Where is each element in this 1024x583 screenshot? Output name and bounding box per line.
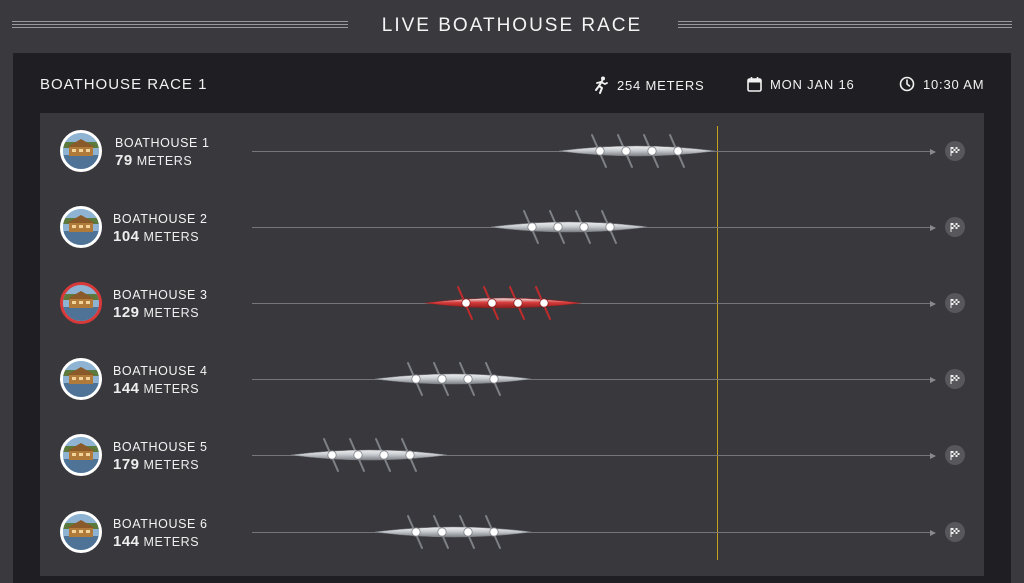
- boathouse-image: [63, 361, 99, 397]
- boathouse-name: BOATHOUSE 3: [113, 288, 208, 302]
- top-header: LIVE BOATHOUSE RACE: [0, 0, 1024, 54]
- rowing-boat-icon: [374, 515, 532, 549]
- boathouse-image: [63, 285, 99, 321]
- boathouse-avatar[interactable]: [60, 282, 102, 324]
- rowing-boat-icon: [490, 210, 648, 244]
- boathouse-name: BOATHOUSE 2: [113, 212, 208, 226]
- race-date: MON JAN 16: [747, 76, 855, 92]
- boathouse-avatar[interactable]: [60, 511, 102, 553]
- boathouse-name: BOATHOUSE 6: [113, 517, 208, 531]
- race-distance-label: 254 METERS: [617, 77, 705, 93]
- header-decoration-right: [678, 21, 1012, 33]
- track-arrow-icon: [930, 148, 936, 155]
- boathouse-image: [63, 437, 99, 473]
- distance-value: 144: [113, 380, 140, 397]
- track-arrow-icon: [930, 529, 936, 536]
- calendar-icon: [747, 77, 762, 92]
- finish-flag-button[interactable]: [945, 522, 965, 542]
- lane-track: [252, 532, 932, 533]
- boathouse-avatar[interactable]: [60, 358, 102, 400]
- finish-flag-button[interactable]: [945, 217, 965, 237]
- track-arrow-icon: [930, 376, 936, 383]
- race-date-label: MON JAN 16: [770, 76, 855, 92]
- boathouse-distance: 179 METERS: [113, 456, 199, 473]
- rowing-boat[interactable]: [290, 437, 448, 478]
- boathouse-avatar[interactable]: [60, 130, 102, 172]
- distance-unit: METERS: [143, 306, 200, 320]
- track-arrow-icon: [930, 300, 936, 307]
- checkered-flag-icon: [950, 528, 960, 537]
- boathouse-distance: 144 METERS: [113, 533, 199, 550]
- checkered-flag-icon: [950, 299, 960, 308]
- rowing-boat[interactable]: [490, 209, 648, 250]
- boathouse-distance: 79 METERS: [115, 152, 192, 169]
- boathouse-distance: 144 METERS: [113, 380, 199, 397]
- track-arrow-icon: [930, 224, 936, 231]
- distance-value: 179: [113, 456, 140, 473]
- rowing-boat-icon: [374, 362, 532, 396]
- checkered-flag-icon: [950, 375, 960, 384]
- lane-track: [252, 379, 932, 380]
- boathouse-name: BOATHOUSE 4: [113, 364, 208, 378]
- rowing-boat-icon: [558, 134, 716, 168]
- distance-unit: METERS: [136, 154, 193, 168]
- lanes-area: [40, 113, 984, 576]
- distance-value: 144: [113, 533, 140, 550]
- rowing-boat-selected[interactable]: [424, 285, 582, 326]
- race-title: BOATHOUSE RACE 1: [40, 76, 208, 93]
- boathouse-avatar[interactable]: [60, 434, 102, 476]
- rowing-boat[interactable]: [374, 361, 532, 402]
- rowing-boat-icon: [290, 438, 448, 472]
- runner-icon: [595, 76, 608, 94]
- distance-value: 79: [115, 152, 133, 169]
- rowing-boat[interactable]: [374, 514, 532, 555]
- lane-track: [252, 303, 932, 304]
- distance-unit: METERS: [143, 230, 200, 244]
- distance-unit: METERS: [143, 458, 200, 472]
- boathouse-name: BOATHOUSE 1: [115, 136, 210, 150]
- boathouse-distance: 104 METERS: [113, 228, 199, 245]
- boathouse-image: [63, 133, 99, 169]
- rowing-boat[interactable]: [558, 133, 716, 174]
- finish-flag-button[interactable]: [945, 369, 965, 389]
- race-distance: 254 METERS: [593, 76, 704, 94]
- boathouse-image: [63, 514, 99, 550]
- boathouse-name: BOATHOUSE 5: [113, 440, 208, 454]
- checkered-flag-icon: [950, 451, 960, 460]
- finish-line: [717, 126, 718, 560]
- rowing-boat-icon: [424, 286, 582, 320]
- distance-value: 104: [113, 228, 140, 245]
- checkered-flag-icon: [950, 223, 960, 232]
- finish-flag-button[interactable]: [945, 445, 965, 465]
- race-time-label: 10:30 AM: [923, 76, 985, 92]
- finish-flag-button[interactable]: [945, 293, 965, 313]
- distance-unit: METERS: [143, 535, 200, 549]
- checkered-flag-icon: [950, 147, 960, 156]
- boathouse-distance: 129 METERS: [113, 304, 199, 321]
- track-arrow-icon: [930, 452, 936, 459]
- race-time: 10:30 AM: [899, 76, 984, 92]
- distance-unit: METERS: [143, 382, 200, 396]
- distance-value: 129: [113, 304, 140, 321]
- clock-icon: [899, 76, 915, 92]
- finish-flag-button[interactable]: [945, 141, 965, 161]
- boathouse-avatar[interactable]: [60, 206, 102, 248]
- boathouse-image: [63, 209, 99, 245]
